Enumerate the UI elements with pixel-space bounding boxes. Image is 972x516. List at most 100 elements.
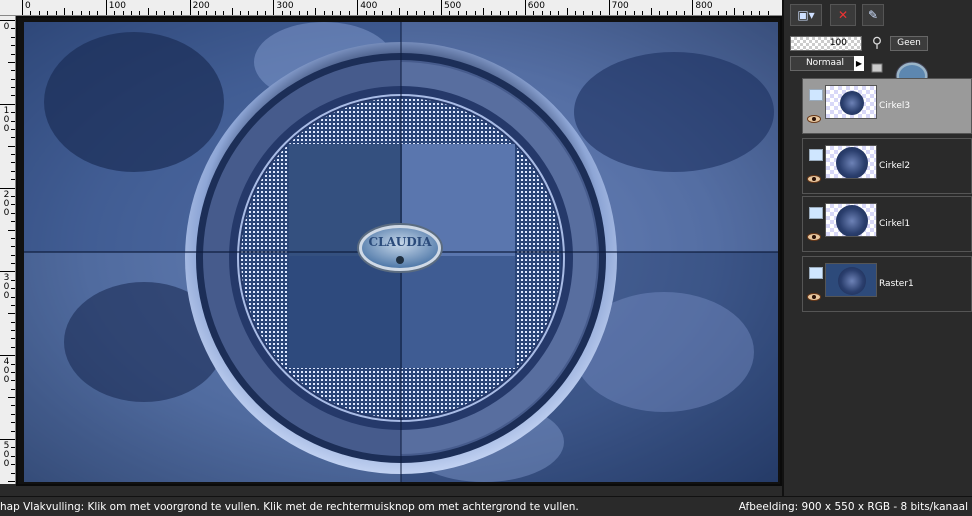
status-bar: hap Vlakvulling: Klik om met voorgrond t… [0, 496, 972, 516]
ruler-minor-tick [130, 11, 132, 15]
ruler-major-tick [608, 0, 610, 15]
layer-name: Cirkel1 [879, 219, 911, 229]
layer-thumbnail [825, 85, 877, 119]
ruler-minor-tick [382, 11, 384, 15]
eye-icon[interactable] [807, 293, 821, 301]
status-hint: hap Vlakvulling: Klik om met voorgrond t… [0, 501, 579, 513]
ruler-minor-tick [11, 162, 15, 164]
ruler-minor-tick [449, 11, 451, 15]
ruler-minor-tick [147, 8, 149, 15]
ruler-minor-tick [11, 447, 15, 449]
ruler-minor-tick [114, 11, 116, 15]
ruler-minor-tick [30, 11, 32, 15]
layer-group-icon [809, 207, 823, 219]
ruler-label: 400 [360, 1, 378, 11]
eye-icon[interactable] [807, 175, 821, 183]
ruler-minor-tick [709, 11, 711, 15]
ruler-minor-tick [11, 455, 15, 457]
layer-row-cirkel1[interactable]: Cirkel1 [802, 196, 972, 252]
ruler-minor-tick [11, 128, 15, 130]
ruler-minor-tick [206, 11, 208, 15]
ruler-minor-tick [742, 11, 744, 15]
ruler-minor-tick [424, 11, 426, 15]
ruler-minor-tick [533, 11, 535, 15]
ruler-label: 0 [3, 291, 10, 302]
eye-icon[interactable] [807, 233, 821, 241]
ruler-minor-tick [365, 11, 367, 15]
ruler-major-tick [0, 355, 15, 357]
image-canvas[interactable]: CLAUDIA [24, 22, 778, 482]
ruler-minor-tick [8, 480, 15, 482]
ruler-minor-tick [11, 296, 15, 298]
layer-row-raster1[interactable]: Raster1 [802, 256, 972, 312]
ruler-minor-tick [591, 11, 593, 15]
eye-icon[interactable] [807, 115, 821, 123]
ruler-minor-tick [11, 120, 15, 122]
image-info: Afbeelding: 900 x 550 x RGB - 8 bits/kan… [738, 501, 968, 513]
layer-group-icon [809, 89, 823, 101]
ruler-major-tick [524, 0, 526, 15]
ruler-minor-tick [11, 338, 15, 340]
ruler-minor-tick [11, 78, 15, 80]
ruler-minor-tick [223, 11, 225, 15]
ruler-minor-tick [323, 11, 325, 15]
ruler-label: 0 [3, 207, 10, 218]
ruler-minor-tick [11, 388, 15, 390]
layer-thumbnail [825, 263, 877, 297]
ruler-minor-tick [11, 254, 15, 256]
new-layer-button[interactable]: ▣▾ [790, 4, 822, 26]
ruler-minor-tick [8, 61, 15, 63]
ruler-major-tick [189, 0, 191, 15]
ruler-minor-tick [63, 8, 65, 15]
layer-tools-button[interactable]: ✎ [862, 4, 884, 26]
ruler-minor-tick [11, 204, 15, 206]
ruler-major-tick [105, 0, 107, 15]
ruler-minor-tick [11, 321, 15, 323]
ruler-minor-tick [650, 8, 652, 15]
ruler-label: 0 [25, 1, 31, 11]
ruler-label: 700 [611, 1, 629, 11]
ruler-minor-tick [549, 11, 551, 15]
mask-link-icon[interactable]: ⚲ [868, 34, 886, 52]
ruler-minor-tick [11, 195, 15, 197]
layer-group-icon [809, 267, 823, 279]
delete-layer-button[interactable]: ✕ [830, 4, 856, 26]
ruler-minor-tick [700, 11, 702, 15]
ruler-minor-tick [80, 11, 82, 15]
canvas-artwork: CLAUDIA [24, 22, 778, 482]
blend-mode-arrow-icon[interactable]: ▶ [854, 56, 864, 71]
delete-layer-icon: ✕ [837, 8, 849, 22]
ruler-minor-tick [625, 11, 627, 15]
ruler-minor-tick [38, 11, 40, 15]
ruler-label: 200 [192, 1, 210, 11]
ruler-minor-tick [164, 11, 166, 15]
ruler-minor-tick [11, 263, 15, 265]
ruler-minor-tick [717, 11, 719, 15]
ruler-minor-tick [11, 87, 15, 89]
layer-row-cirkel3[interactable]: Cirkel3 [802, 78, 972, 134]
ruler-minor-tick [725, 11, 727, 15]
ruler-label: 0 [3, 375, 10, 386]
ruler-minor-tick [667, 11, 669, 15]
ruler-minor-tick [575, 11, 577, 15]
vertical-ruler: 0100200300400500 [0, 16, 16, 484]
ruler-minor-tick [11, 28, 15, 30]
ruler-minor-tick [457, 11, 459, 15]
ruler-minor-tick [11, 112, 15, 114]
mask-button[interactable]: Geen [890, 36, 928, 51]
ruler-minor-tick [11, 371, 15, 373]
ruler-minor-tick [11, 346, 15, 348]
ruler-minor-tick [508, 11, 510, 15]
ruler-minor-tick [432, 11, 434, 15]
ruler-major-tick [22, 0, 23, 15]
opacity-field[interactable]: 100 [790, 36, 862, 51]
ruler-minor-tick [558, 11, 560, 15]
ruler-minor-tick [11, 380, 15, 382]
layer-row-cirkel2[interactable]: Cirkel2 [802, 138, 972, 194]
ruler-label: 0 [3, 123, 10, 134]
blend-mode-select[interactable]: Normaal [790, 56, 860, 71]
ruler-label: 0 [3, 22, 10, 32]
ruler-minor-tick [55, 11, 57, 15]
ruler-minor-tick [290, 11, 292, 15]
ruler-label: 600 [527, 1, 545, 11]
